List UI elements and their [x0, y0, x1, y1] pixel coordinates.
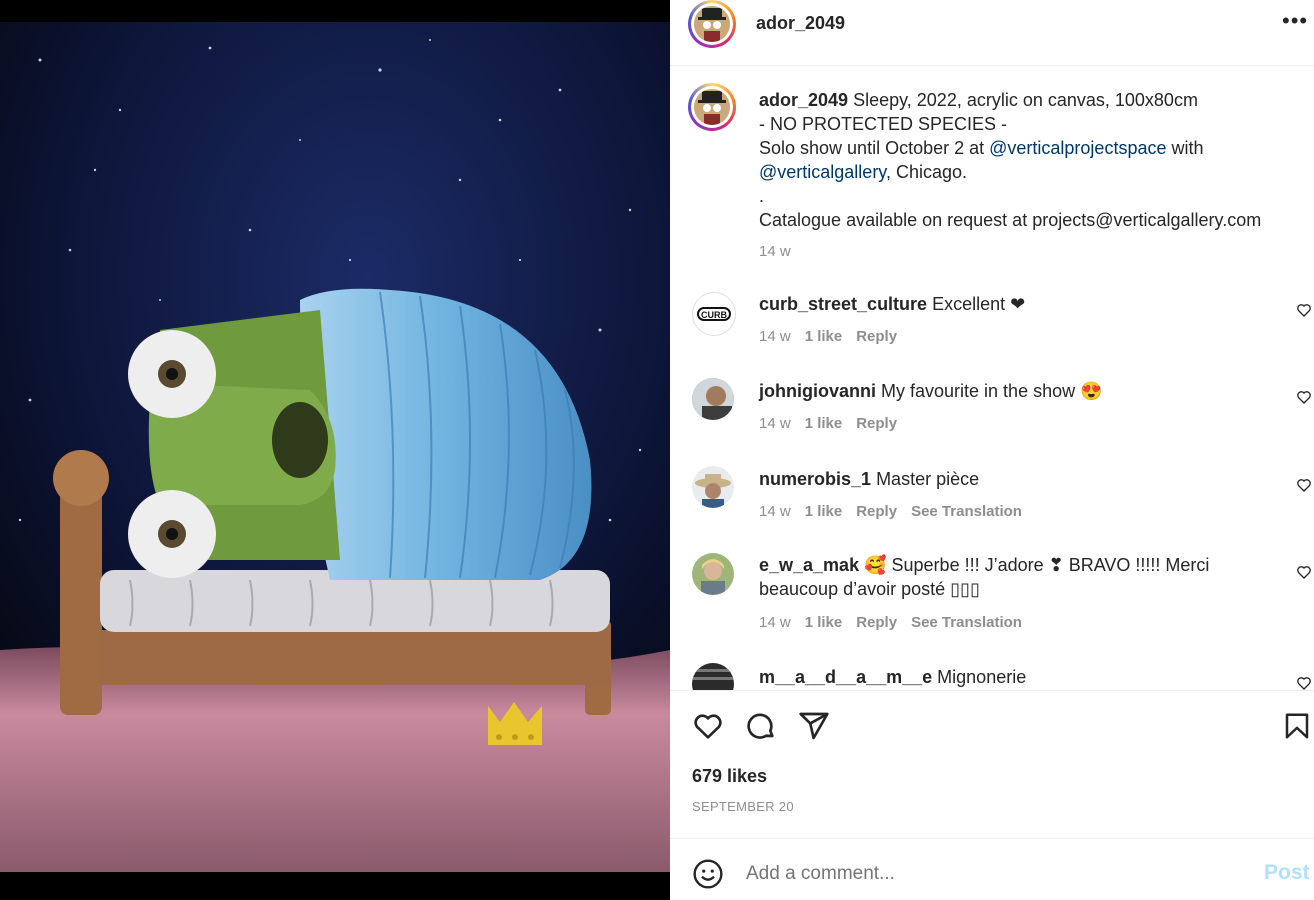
comment-likes[interactable]: 1 like: [805, 503, 843, 520]
caption-line-6: Catalogue available on request at projec…: [759, 210, 1262, 230]
commenter-username[interactable]: m__a__d__a__m__e: [759, 667, 932, 687]
commenter-avatar[interactable]: CURB: [692, 292, 736, 336]
reply-button[interactable]: Reply: [856, 328, 897, 345]
see-translation-button[interactable]: See Translation: [911, 614, 1022, 631]
post-image[interactable]: [0, 0, 670, 900]
mention-verticalgallery[interactable]: @verticalgallery: [759, 162, 886, 182]
comment-likes[interactable]: 1 like: [805, 415, 843, 432]
caption-time: 14 w: [759, 243, 791, 260]
like-count[interactable]: 679 likes: [692, 766, 767, 787]
comment-time: 14 w: [759, 328, 791, 345]
add-comment-input[interactable]: [744, 862, 1218, 886]
mention-verticalprojectspace[interactable]: @verticalprojectspace: [989, 138, 1166, 158]
author-avatar[interactable]: [688, 0, 736, 48]
like-heart-icon[interactable]: [692, 710, 724, 742]
comment-time: 14 w: [759, 415, 791, 432]
see-translation-button[interactable]: See Translation: [911, 503, 1022, 520]
comment-likes[interactable]: 1 like: [805, 614, 843, 631]
comment-text: Excellent ❤: [932, 294, 1026, 314]
comment-time: 14 w: [759, 614, 791, 631]
commenter-avatar[interactable]: [692, 378, 734, 420]
caption-username[interactable]: ador_2049: [759, 90, 848, 110]
comment-item: m__a__d__a__m__e Mignonerie: [670, 663, 1314, 690]
artwork-painting: [0, 0, 670, 900]
post-details-panel: ador_2049 ••• ador_2049 Sleepy, 2022, ac…: [670, 0, 1314, 900]
commenter-username[interactable]: johnigiovanni: [759, 381, 876, 401]
author-username[interactable]: ador_2049: [756, 13, 845, 34]
post-date: SEPTEMBER 20: [692, 799, 794, 814]
more-options-icon[interactable]: •••: [1282, 8, 1308, 34]
caption-line-3: Solo show until October 2 at: [759, 138, 990, 158]
commenter-username[interactable]: e_w_a_mak: [759, 555, 859, 575]
commenter-username[interactable]: numerobis_1: [759, 469, 871, 489]
reply-button[interactable]: Reply: [856, 415, 897, 432]
svg-text:CURB: CURB: [701, 310, 727, 320]
commenter-avatar[interactable]: [692, 663, 734, 690]
caption-line-1: Sleepy, 2022, acrylic on canvas, 100x80c…: [853, 90, 1198, 110]
caption-avatar[interactable]: [688, 83, 736, 131]
reply-button[interactable]: Reply: [856, 503, 897, 520]
emoji-smiley-icon[interactable]: [692, 858, 724, 890]
comment-text: Master pièce: [876, 469, 980, 489]
comment-heart-icon[interactable]: [1296, 302, 1312, 318]
reply-button[interactable]: Reply: [856, 614, 897, 631]
commenter-username[interactable]: curb_street_culture: [759, 294, 927, 314]
commenter-avatar[interactable]: [692, 466, 734, 508]
comment-likes[interactable]: 1 like: [805, 328, 843, 345]
caption-line-2: - NO PROTECTED SPECIES -: [759, 114, 1008, 134]
commenter-avatar[interactable]: [692, 553, 734, 595]
post-header: ador_2049 •••: [670, 0, 1314, 62]
comment-bubble-icon[interactable]: [745, 710, 777, 742]
comment-heart-icon[interactable]: [1296, 389, 1312, 405]
comment-heart-icon[interactable]: [1296, 675, 1312, 690]
comment-heart-icon[interactable]: [1296, 477, 1312, 493]
comment-heart-icon[interactable]: [1296, 564, 1312, 580]
comment-time: 14 w: [759, 503, 791, 520]
comment-text: Mignonerie: [937, 667, 1027, 687]
caption-text: ador_2049 Sleepy, 2022, acrylic on canva…: [759, 88, 1299, 264]
share-send-icon[interactable]: [798, 710, 830, 742]
comment-text: My favourite in the show 😍: [881, 381, 1103, 401]
caption-line-5: .: [759, 186, 765, 206]
post-comment-button[interactable]: Post: [1264, 861, 1310, 885]
save-bookmark-icon[interactable]: [1282, 710, 1312, 742]
